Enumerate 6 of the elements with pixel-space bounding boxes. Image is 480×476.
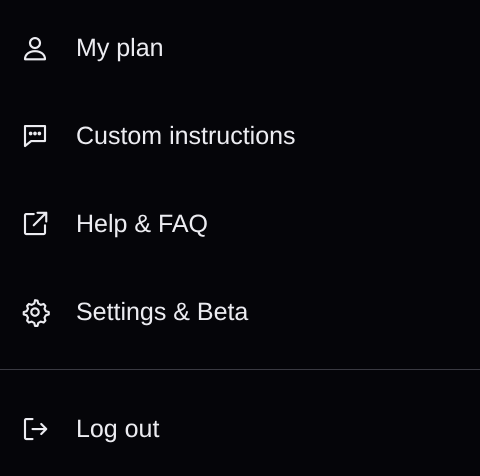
menu-item[interactable]: Settings & Beta (0, 268, 480, 356)
menu-item[interactable]: My plan (0, 4, 480, 92)
menu-item[interactable]: Log out (0, 385, 480, 473)
menu-item[interactable]: Custom instructions (0, 92, 480, 180)
settings-icon (20, 297, 50, 327)
menu-item[interactable]: Help & FAQ (0, 180, 480, 268)
